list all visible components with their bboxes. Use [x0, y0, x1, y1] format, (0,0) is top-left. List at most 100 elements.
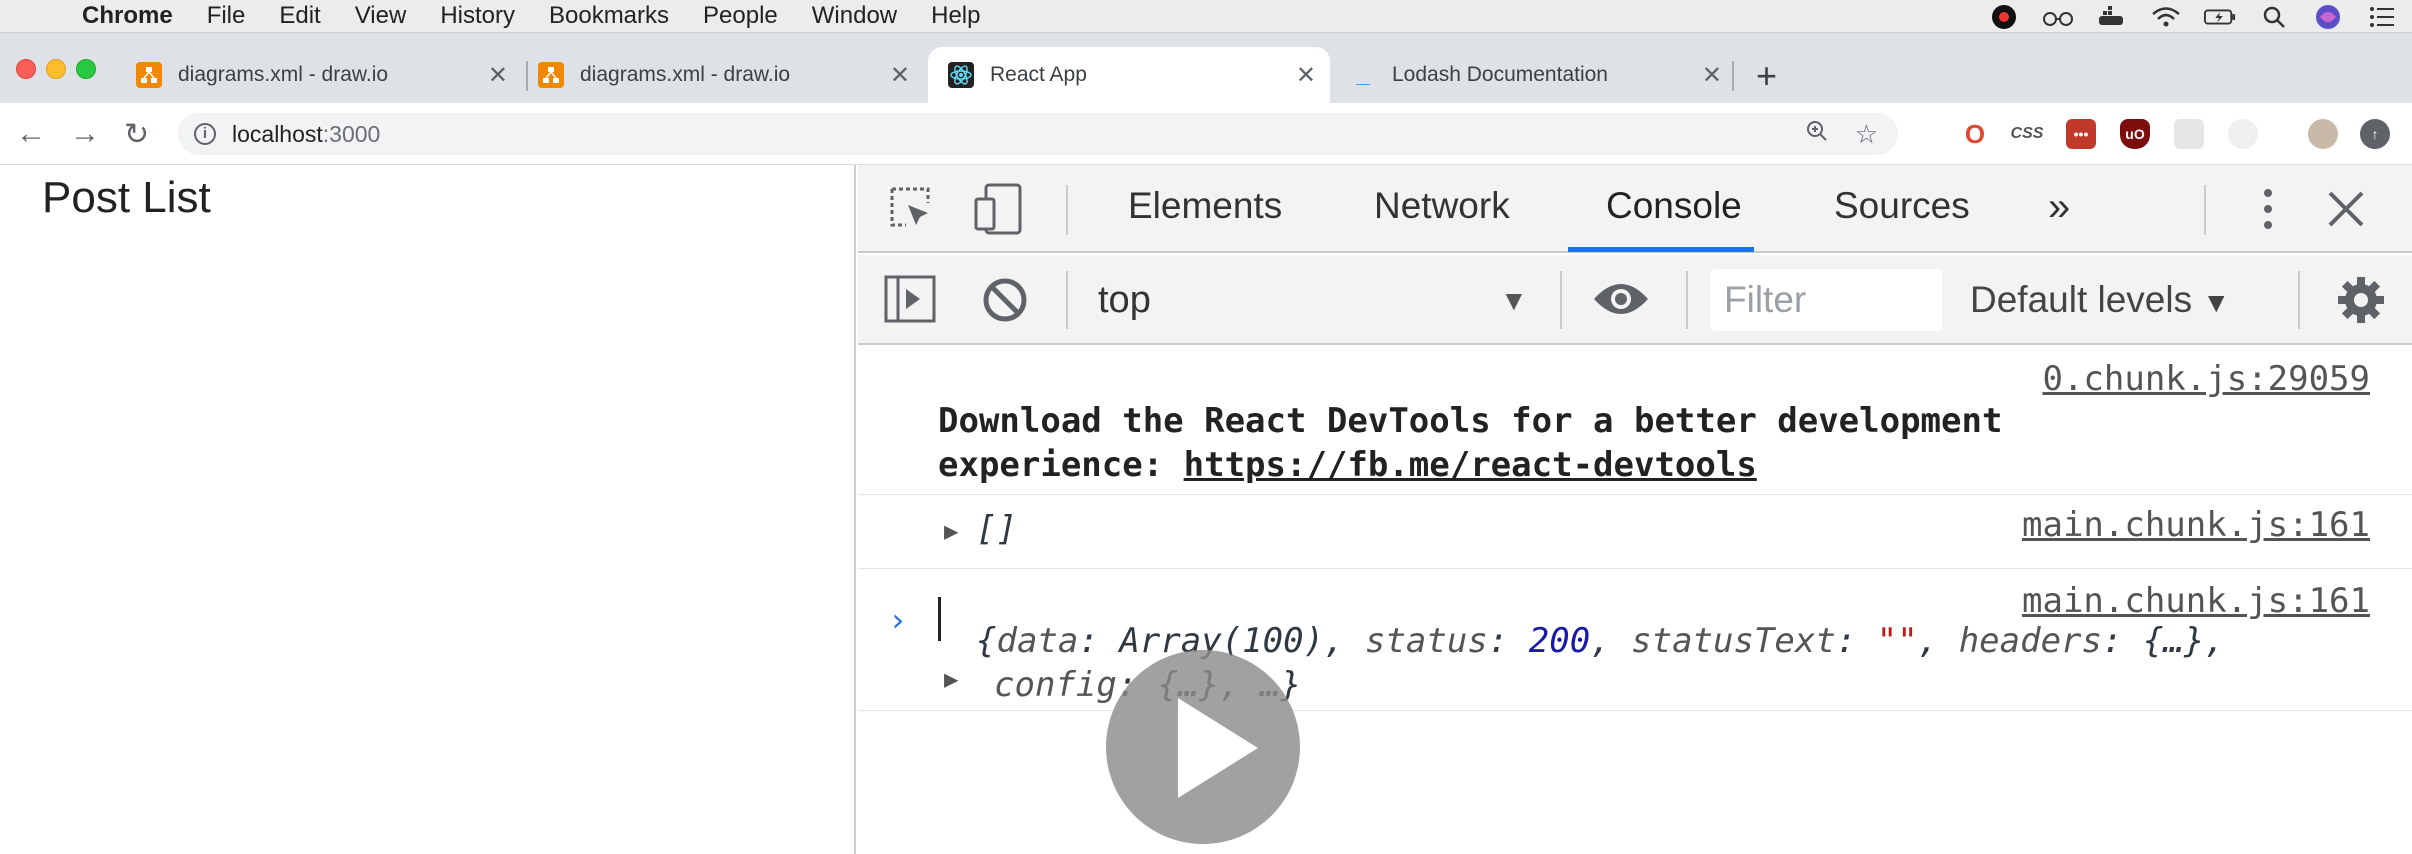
context-dropdown-arrow-icon[interactable]: ▼ — [1500, 285, 1528, 317]
extension-disabled-icon-2[interactable] — [2228, 119, 2258, 149]
extension-disabled-icon[interactable] — [2174, 119, 2204, 149]
back-arrow-icon[interactable]: ← — [16, 117, 46, 151]
glasses-icon[interactable] — [2042, 4, 2074, 30]
status-tray — [1988, 0, 2398, 33]
clear-console-icon[interactable] — [982, 277, 1028, 328]
tab-title: React App — [990, 63, 1087, 86]
new-tab-button[interactable]: + — [1756, 55, 1777, 97]
menu-history[interactable]: History — [440, 2, 515, 30]
macos-menu-bar: Chrome File Edit View History Bookmarks … — [0, 0, 2412, 33]
tab-drawio-1[interactable]: diagrams.xml - draw.io ✕ — [136, 47, 522, 103]
close-devtools-icon[interactable] — [2326, 189, 2366, 234]
array-value[interactable]: [] — [976, 507, 1017, 551]
tab-elements[interactable]: Elements — [1128, 185, 1282, 227]
tab-console[interactable]: Console — [1606, 185, 1742, 227]
lodash-icon: _ — [1356, 61, 1370, 88]
toolbar-separator — [1066, 185, 1068, 235]
siri-icon[interactable] — [2312, 4, 2344, 30]
chevron-down-icon: ▼ — [2202, 287, 2231, 318]
console-message-text: Download the React DevTools for a better… — [938, 399, 2002, 487]
tab-sources[interactable]: Sources — [1834, 185, 1970, 227]
object-line-1: {data: Array(100), status: 200, statusTe… — [976, 621, 2225, 661]
key-headers: headers — [1958, 621, 2102, 661]
expand-triangle-icon[interactable]: ▶ — [944, 517, 958, 545]
log-levels-dropdown[interactable]: Default levels ▼ — [1970, 279, 2230, 321]
menu-view[interactable]: View — [355, 2, 407, 30]
profile-avatar[interactable] — [2308, 119, 2338, 149]
toolbar-separator — [1560, 271, 1562, 329]
tab-lodash[interactable]: _ Lodash Documentation ✕ — [1350, 47, 1736, 103]
opera-extension-icon[interactable]: O — [1960, 119, 1990, 149]
toolbar-separator — [2204, 185, 2206, 235]
url-port: :3000 — [322, 120, 381, 147]
ublock-origin-icon[interactable]: uO — [2120, 119, 2150, 149]
expand-triangle-icon[interactable]: ▶ — [944, 665, 958, 693]
toolbar-extension-icon[interactable]: ••• — [2066, 119, 2096, 149]
react-icon — [948, 62, 974, 88]
active-tab-indicator — [1568, 247, 1754, 252]
message-line-1: Download the React DevTools for a better… — [938, 401, 2003, 441]
play-icon — [1178, 698, 1258, 798]
drawio-icon — [136, 62, 162, 88]
bookmark-star-icon[interactable]: ☆ — [1855, 119, 1878, 150]
menu-people[interactable]: People — [703, 2, 778, 30]
menu-edit[interactable]: Edit — [279, 2, 320, 30]
browser-toolbar: ← → ↻ i localhost:3000 ☆ O CSS ••• uO ↑ — [0, 103, 2412, 165]
console-message-object[interactable]: main.chunk.js:161 ▶ {data: Array(100), s… — [858, 569, 2412, 711]
recording-icon[interactable] — [1988, 4, 2020, 30]
tab-close-icon[interactable]: ✕ — [488, 61, 508, 90]
battery-icon[interactable] — [2204, 4, 2236, 30]
console-filter-input[interactable]: Filter — [1710, 269, 1942, 331]
console-settings-gear-icon[interactable] — [2336, 275, 2386, 330]
info-icon[interactable]: i — [194, 123, 216, 145]
update-menu-icon[interactable]: ↑ — [2360, 119, 2390, 149]
tab-drawio-2[interactable]: diagrams.xml - draw.io ✕ — [538, 47, 924, 103]
window-close-button[interactable] — [16, 59, 36, 79]
console-message: 0.chunk.js:29059 Download the React DevT… — [858, 347, 2412, 495]
wifi-icon[interactable] — [2150, 4, 2182, 30]
console-toolbar: top ▼ Filter Default levels ▼ — [858, 255, 2412, 345]
key-statustext: statusText — [1631, 621, 1836, 661]
tab-close-icon[interactable]: ✕ — [890, 61, 910, 90]
spotlight-search-icon[interactable] — [2258, 4, 2290, 30]
menu-bookmarks[interactable]: Bookmarks — [549, 2, 669, 30]
window-zoom-button[interactable] — [76, 59, 96, 79]
notification-center-icon[interactable] — [2366, 4, 2398, 30]
more-tabs-button[interactable]: » — [2048, 185, 2070, 230]
console-input-caret[interactable] — [938, 597, 941, 641]
omnibox-actions: ☆ — [1805, 119, 1878, 150]
brace: { — [976, 621, 997, 661]
window-minimize-button[interactable] — [46, 59, 66, 79]
context-selector[interactable]: top — [1098, 279, 1388, 322]
menu-app-name[interactable]: Chrome — [82, 2, 173, 30]
key-config: config — [994, 665, 1117, 705]
device-toolbar-icon[interactable] — [974, 183, 1024, 240]
reload-icon[interactable]: ↻ — [124, 117, 149, 152]
tab-react-app[interactable]: React App ✕ — [928, 47, 1330, 103]
console-message[interactable]: ▶ [] main.chunk.js:161 — [858, 495, 2412, 569]
css-extension-icon[interactable]: CSS — [2011, 119, 2043, 149]
react-devtools-link[interactable]: https://fb.me/react-devtools — [1184, 445, 1757, 485]
source-link[interactable]: 0.chunk.js:29059 — [2042, 359, 2370, 399]
devtools-panel: Elements Network Console Sources » top ▼… — [858, 165, 2412, 854]
key-status: status — [1364, 621, 1488, 661]
menu-window[interactable]: Window — [812, 2, 897, 30]
tab-close-icon[interactable]: ✕ — [1296, 61, 1316, 90]
address-bar[interactable]: i localhost:3000 ☆ — [178, 113, 1898, 155]
tab-close-icon[interactable]: ✕ — [1702, 61, 1722, 90]
show-sidebar-icon[interactable] — [884, 275, 936, 328]
tab-divider — [1732, 61, 1734, 91]
source-link[interactable]: main.chunk.js:161 — [2022, 505, 2370, 545]
source-link[interactable]: main.chunk.js:161 — [2022, 581, 2370, 621]
menu-file[interactable]: File — [207, 2, 246, 30]
video-play-button[interactable] — [1106, 650, 1300, 844]
devtools-menu-icon[interactable] — [2262, 185, 2274, 238]
tab-network[interactable]: Network — [1374, 185, 1510, 227]
forward-arrow-icon[interactable]: → — [70, 117, 100, 151]
menu-help[interactable]: Help — [931, 2, 980, 30]
page-viewport: Post List — [0, 165, 856, 854]
live-expression-eye-icon[interactable] — [1592, 279, 1650, 324]
zoom-icon[interactable] — [1805, 119, 1829, 150]
docker-icon[interactable] — [2096, 4, 2128, 30]
inspect-element-icon[interactable] — [888, 185, 936, 238]
